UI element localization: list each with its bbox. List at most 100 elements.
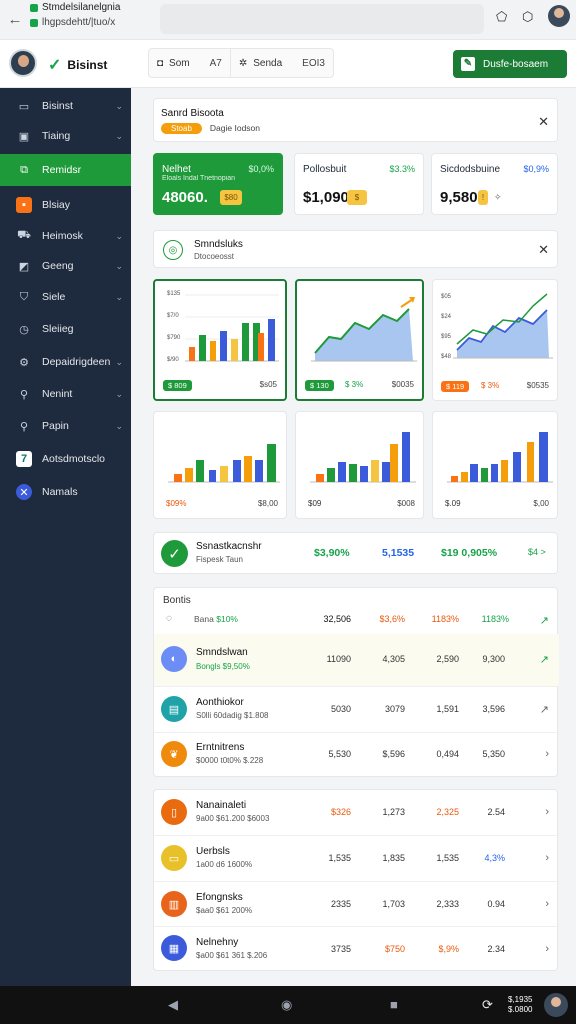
stat-value: 48060. (162, 189, 208, 206)
sync-icon[interactable]: ⟳ (482, 997, 493, 1013)
chart-card-line-3[interactable]: $05 $24 $95 $48 $ 119 $ 3% $0535 (432, 279, 558, 401)
segment-value: A7 (209, 57, 222, 69)
summary-value-4[interactable]: $4 > (528, 547, 546, 557)
sidebar-item-geeng[interactable]: ◩ Geeng ⌄ (0, 250, 131, 282)
brand[interactable]: ✓ Bisinst (48, 55, 107, 75)
sidebar-item-siele[interactable]: ⛉ Siele ⌄ (0, 281, 131, 313)
sidebar-item-label: Papin (42, 420, 69, 432)
sparkle-icon: ✧ (494, 192, 502, 202)
stat-label: Pollosbuit (303, 164, 347, 175)
table-cell: 3735 (330, 944, 351, 954)
chart-card-bar-1[interactable]: $135 $7/0 $790 $/90 $ 809 $s05 (153, 279, 287, 401)
sidebar-item-aotsdmotsclo[interactable]: 7 Aotsdmotsclo (0, 443, 131, 475)
bar (210, 341, 216, 361)
table-row[interactable]: ◐ Smndslwan Bongls $9,50% 11090 4,305 2,… (154, 634, 559, 687)
chart-total: $0035 (391, 380, 414, 389)
stat-card-pollosbuit[interactable]: Pollosbuit $3.3% $1,090 $ (294, 153, 424, 215)
charts-subtitle: Dtocoeosst (194, 252, 235, 261)
table-row[interactable]: ▤ Aonthiokor S0lli 60dadig $1.808 5030 3… (154, 687, 559, 733)
table-cell: 5,350 (482, 749, 505, 759)
sidebar-item-namals[interactable]: ✕ Namals (0, 476, 131, 508)
settings-icon[interactable]: ⬡ (522, 9, 533, 25)
sidebar-item-bisinst[interactable]: ▭ Bisinst ⌄ (0, 90, 131, 122)
chart-total: $s05 (259, 380, 277, 389)
close-icon[interactable]: ✕ (538, 242, 549, 258)
sidebar-item-depaidrigdeen[interactable]: ⚙ Depaidrigdeen ⌄ (0, 346, 131, 378)
stat-percent: $0,9% (523, 164, 549, 174)
row-name: Efongnsks (196, 892, 243, 903)
row-subtitle: Bongls $9,50% (196, 662, 250, 671)
stat-card-sicdodsbuine[interactable]: Sicdodsbuine $0,9% 9,580 ! ✧ (431, 153, 558, 215)
site-icon (30, 18, 38, 27)
segment-value: EOI3 (302, 57, 325, 69)
tab-info[interactable]: Stmdelsilanelgnia lhgpsdehtt/|tuo/x (30, 2, 160, 28)
dashboard-button[interactable]: ✎ Dusfe-bosaem (453, 50, 567, 78)
sidebar-item-remidsr[interactable]: ⧉ Remidsr (0, 154, 131, 186)
chart-tag: $ 130 (305, 380, 334, 391)
stat-card-nelhet[interactable]: Nelhet Eloals Indal Tnetnopian $0,0% 480… (153, 153, 283, 215)
stat-value: 9,580 (440, 189, 478, 206)
sidebar-item-tiaing[interactable]: ▣ Tiaing ⌄ (0, 120, 131, 152)
trend-up-icon[interactable]: ↗ (540, 614, 549, 627)
nav-recents-icon[interactable]: ■ (390, 997, 398, 1012)
chevron-right-icon[interactable]: › (545, 898, 549, 910)
check-logo-icon: ✓ (48, 57, 62, 74)
trend-up-icon[interactable]: ↗ (540, 653, 549, 666)
table-header-percent: $10% (216, 614, 238, 624)
sidebar-item-nenint[interactable]: ⚲ Nenint ⌄ (0, 378, 131, 410)
nav-avatar[interactable] (544, 993, 568, 1017)
sidebar-item-label: Blsiay (42, 199, 71, 211)
address-bar[interactable] (160, 4, 484, 34)
chevron-right-icon[interactable]: › (545, 852, 549, 864)
table-cell: 9,300 (482, 654, 505, 664)
chevron-right-icon[interactable]: › (545, 748, 549, 760)
summary-bar[interactable]: ✓ Ssnastkacnshr Fispesk Taun $3,90% 5,15… (153, 532, 558, 574)
table-row[interactable]: ▭ Uerbsls 1a00 d6 1600% 1,535 1,835 1,53… (154, 836, 559, 882)
sidebar-item-heimosk[interactable]: ⛟ Heimosk ⌄ (0, 220, 131, 252)
sidebar-item-papin[interactable]: ⚲ Papin ⌄ (0, 410, 131, 442)
segment-som[interactable]: ◘ Som A7 (149, 49, 230, 77)
table-cell: 11090 (326, 654, 351, 664)
sidebar-item-label: Aotsdmotsclo (42, 453, 106, 465)
table-row[interactable]: ❦ Erntnitrens $0000 t0t0% $.228 5,530 $,… (154, 733, 559, 777)
chart-card-bar-5[interactable]: $09 $008 (295, 411, 424, 519)
table-cell: 1,703 (382, 899, 405, 909)
table-row[interactable]: ▯ Nanainaleti 9a00 $61.200 $6003 $326 1,… (154, 790, 559, 836)
table-row[interactable]: ▥ Efongnsks $aa0 $61 200% 2335 1,703 2,3… (154, 882, 559, 927)
sidebar-item-blsiay[interactable]: ▪ Blsiay (0, 189, 131, 221)
row-name: Smndslwan (196, 647, 248, 658)
edit-icon: ✎ (461, 57, 475, 71)
table-row[interactable]: ▦ Nelnehny $a00 $61 361 $.206 3735 $750 … (154, 927, 559, 971)
chevron-right-icon[interactable]: › (545, 943, 549, 955)
segment-senda[interactable]: ✲ Senda EOI3 (229, 49, 333, 77)
chart-card-bar-4[interactable]: $09% $8,00 (153, 411, 287, 519)
table-title: Bontis (163, 595, 191, 606)
chevron-down-icon: ⌄ (115, 388, 123, 399)
chart-refresh-icon: ◎ (163, 240, 183, 260)
stat-label: Nelhet (162, 164, 191, 175)
y-tick-label: $7/0 (167, 313, 179, 319)
avatar[interactable] (9, 49, 37, 77)
chevron-right-icon[interactable]: › (545, 806, 549, 818)
nav-back-icon[interactable]: ◀ (168, 997, 178, 1013)
s-icon: ◐ (161, 646, 187, 672)
stat-percent: $0,0% (248, 164, 274, 174)
bar (209, 470, 216, 482)
table-cell: $326 (330, 807, 351, 817)
folder-icon: ▭ (161, 845, 187, 871)
table-cell: 0.94 (487, 899, 505, 909)
sidebar-item-sleiieg[interactable]: ◷ Sleiieg (0, 313, 131, 345)
back-arrow-icon[interactable]: ← (0, 11, 30, 28)
nav-home-icon[interactable]: ◉ (281, 997, 292, 1013)
close-icon[interactable]: ✕ (538, 114, 549, 130)
chart-card-bar-6[interactable]: $.09 $,00 (432, 411, 558, 519)
chart-card-line-2[interactable]: $ 130 $ 3% $0035 (295, 279, 424, 401)
profile-avatar[interactable] (548, 5, 570, 27)
sidebar-item-label: Sleiieg (42, 323, 74, 335)
table-header-cell: $3,6% (379, 614, 405, 624)
trend-icon[interactable]: ↗ (540, 703, 549, 716)
bar (539, 432, 548, 482)
bar (316, 474, 324, 482)
shield-outline-icon[interactable]: ⬠ (496, 9, 507, 25)
dashboard-button-label: Dusfe-bosaem (483, 58, 549, 70)
